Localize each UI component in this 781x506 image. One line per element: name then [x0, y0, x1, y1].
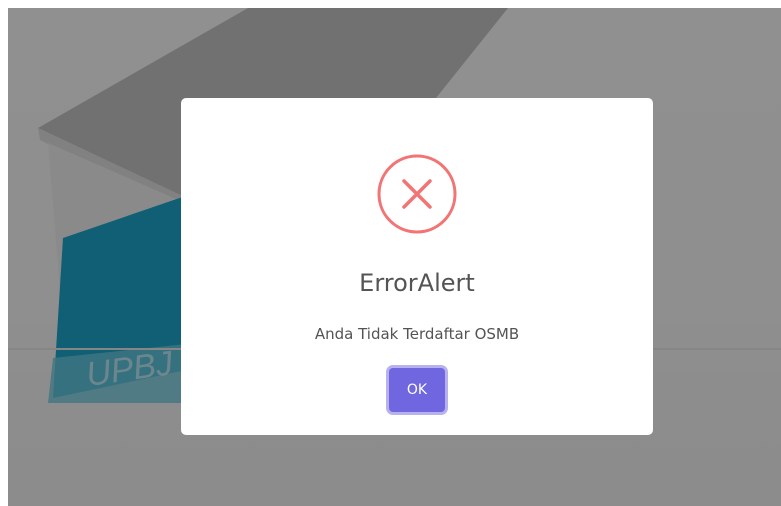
ok-button[interactable]: OK: [389, 368, 445, 412]
screen: UPBJ ErrorAlert Anda Tidak Terdaftar OSM…: [0, 0, 781, 506]
error-alert-dialog: ErrorAlert Anda Tidak Terdaftar OSMB OK: [181, 98, 653, 435]
error-x-icon: [377, 154, 457, 234]
alert-message: Anda Tidak Terdaftar OSMB: [314, 325, 520, 343]
alert-title: ErrorAlert: [359, 269, 475, 297]
